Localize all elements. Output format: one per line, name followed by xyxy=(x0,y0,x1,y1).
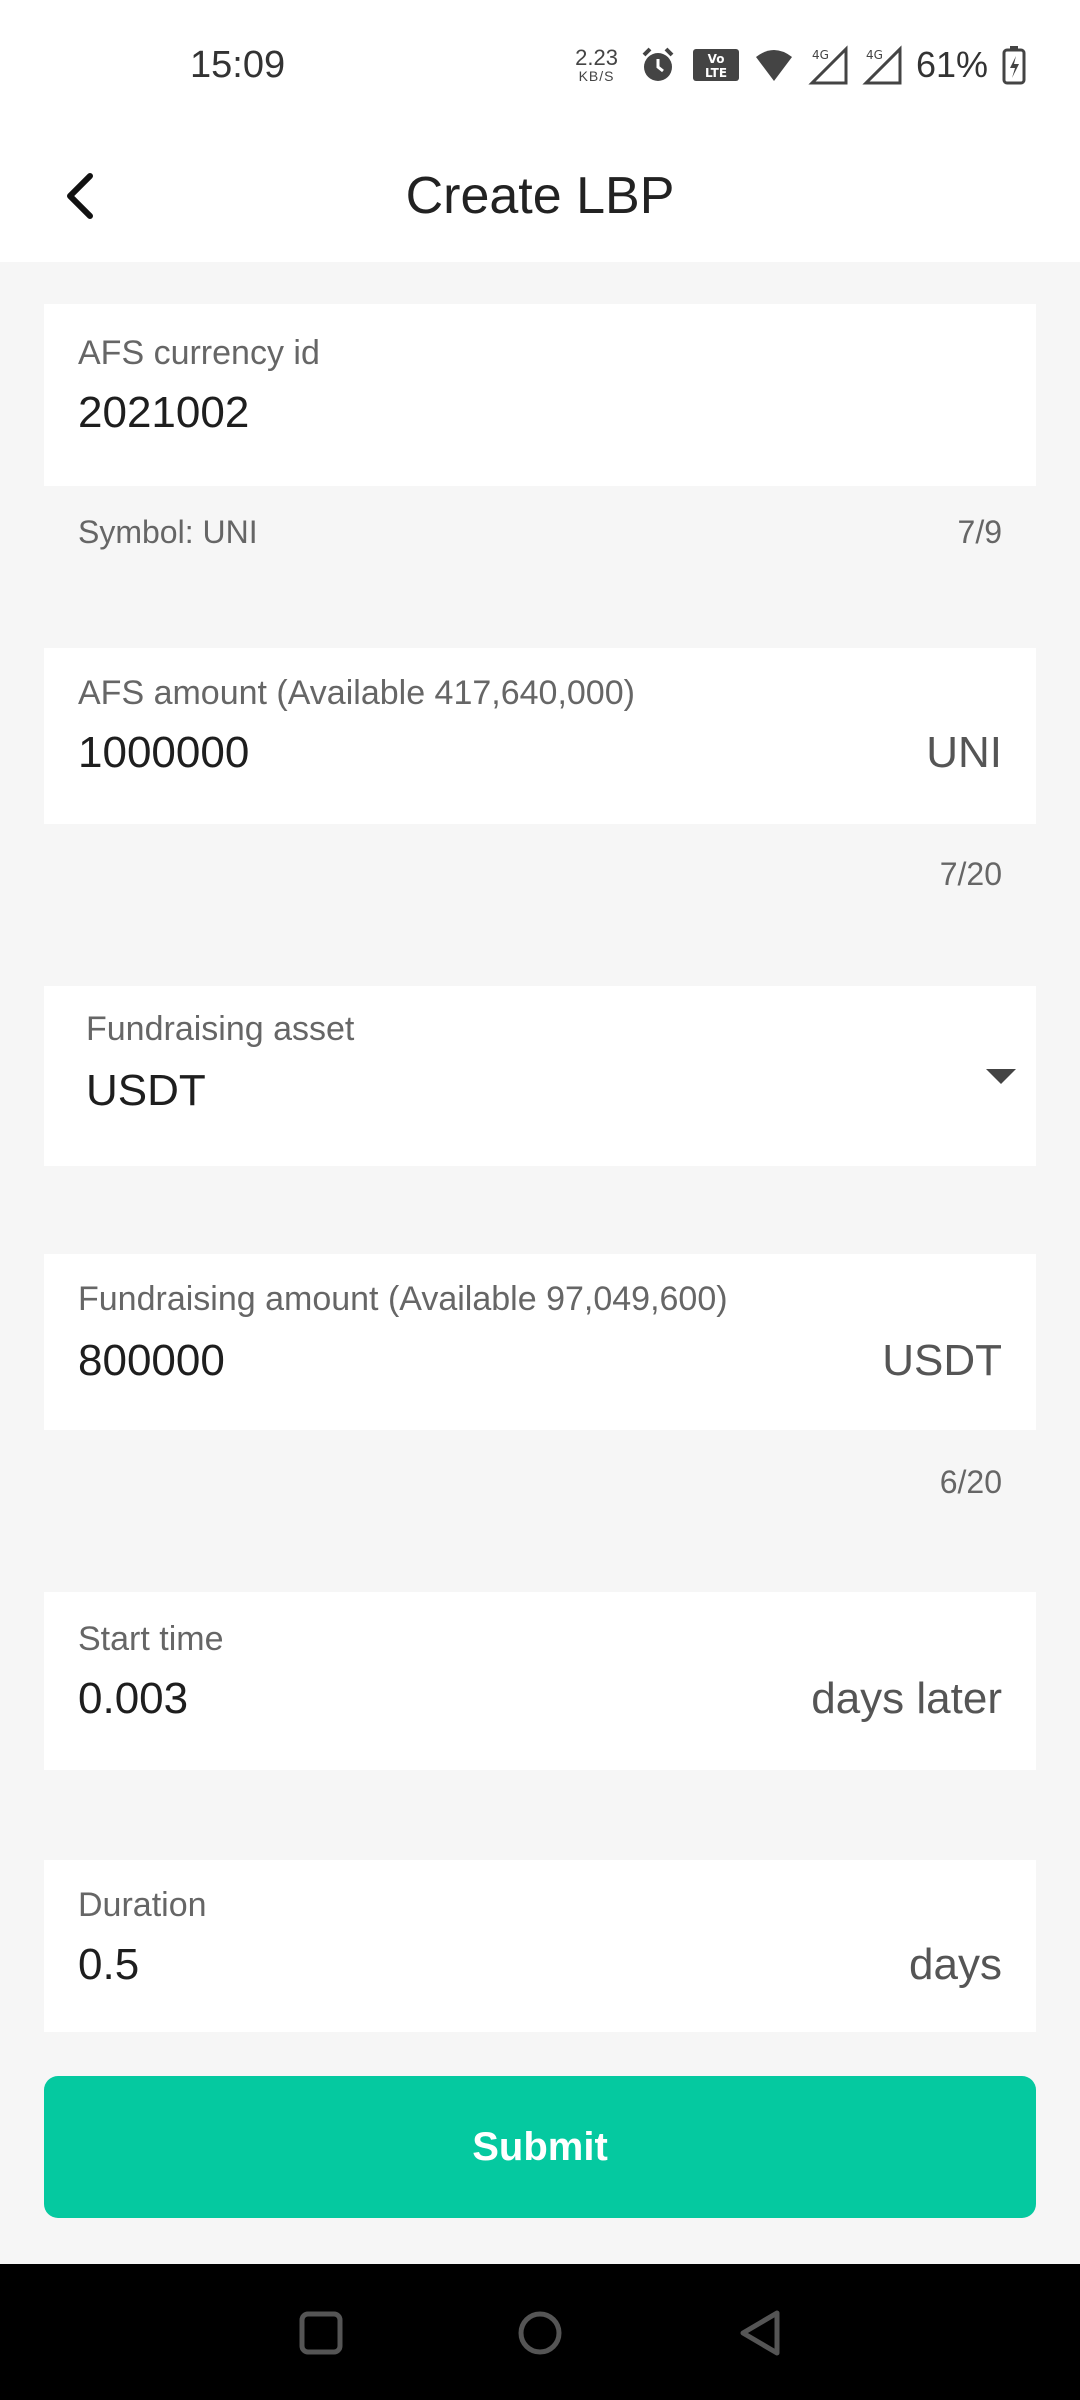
back-nav-button[interactable] xyxy=(726,2298,796,2368)
signal-4g-icon-2: 4G xyxy=(862,45,902,85)
status-icons: 2.23 KB/S Vo LTE 4G 4G 61% xyxy=(575,40,1026,90)
dropdown-arrow-icon[interactable] xyxy=(984,1066,1018,1086)
afs-amount-field[interactable]: AFS amount (Available 417,640,000) 10000… xyxy=(44,648,1036,824)
volte-icon: Vo LTE xyxy=(692,49,739,81)
fundraising-amount-field[interactable]: Fundraising amount (Available 97,049,600… xyxy=(44,1254,1036,1430)
currency-id-field[interactable]: AFS currency id 2021002 xyxy=(44,304,1036,486)
signal-4g-icon: 4G xyxy=(808,45,848,85)
afs-amount-label: AFS amount (Available 417,640,000) xyxy=(78,674,635,712)
wifi-icon xyxy=(755,50,792,81)
start-time-unit: days later xyxy=(811,1674,1002,1723)
fundraising-asset-value: USDT xyxy=(86,1066,206,1115)
fundraising-amount-input[interactable]: 800000 xyxy=(78,1336,225,1386)
fundraising-asset-select[interactable]: Fundraising asset USDT xyxy=(44,986,1036,1166)
fundraising-amount-label: Fundraising amount (Available 97,049,600… xyxy=(78,1280,728,1318)
duration-field[interactable]: Duration 0.5 days xyxy=(44,1860,1036,2032)
svg-text:Vo: Vo xyxy=(708,52,725,66)
fundraising-asset-label: Fundraising asset xyxy=(86,1010,355,1048)
duration-input[interactable]: 0.5 xyxy=(78,1940,139,1990)
battery-percent: 61% xyxy=(915,44,988,85)
currency-id-input[interactable]: 2021002 xyxy=(78,388,249,438)
fundraising-amount-unit: USDT xyxy=(882,1336,1002,1385)
afs-amount-counter: 7/20 xyxy=(939,856,1002,892)
fundraising-amount-counter: 6/20 xyxy=(939,1464,1002,1500)
square-icon xyxy=(299,2311,343,2355)
home-button[interactable] xyxy=(505,2298,575,2368)
alarm-icon xyxy=(642,47,674,81)
start-time-input[interactable]: 0.003 xyxy=(78,1674,188,1724)
submit-button[interactable]: Submit xyxy=(44,2076,1036,2218)
system-nav-bar xyxy=(0,2264,1080,2400)
start-time-field[interactable]: Start time 0.003 days later xyxy=(44,1592,1036,1770)
svg-text:LTE: LTE xyxy=(705,66,727,80)
net-speed: 2.23 KB/S xyxy=(575,45,618,84)
duration-label: Duration xyxy=(78,1886,207,1924)
status-bar: 15:09 2.23 KB/S Vo LTE 4G 4G 61% xyxy=(0,0,1080,130)
battery-charging-icon xyxy=(1002,46,1026,85)
app-header: Create LBP xyxy=(0,130,1080,262)
net-speed-value: 2.23 xyxy=(575,45,618,70)
afs-amount-unit: UNI xyxy=(926,728,1002,777)
start-time-label: Start time xyxy=(78,1620,224,1658)
afs-amount-input[interactable]: 1000000 xyxy=(78,728,249,778)
triangle-back-icon xyxy=(740,2310,780,2356)
page-title: Create LBP xyxy=(405,167,675,225)
symbol-text: Symbol: UNI xyxy=(78,514,258,550)
svg-text:4G: 4G xyxy=(866,48,883,62)
recent-apps-button[interactable] xyxy=(286,2298,356,2368)
duration-unit: days xyxy=(909,1940,1002,1989)
svg-text:4G: 4G xyxy=(812,48,829,62)
circle-icon xyxy=(518,2311,562,2355)
currency-id-counter: 7/9 xyxy=(957,514,1002,550)
net-speed-unit: KB/S xyxy=(578,68,615,84)
currency-id-label: AFS currency id xyxy=(78,334,320,372)
status-time: 15:09 xyxy=(190,44,286,86)
